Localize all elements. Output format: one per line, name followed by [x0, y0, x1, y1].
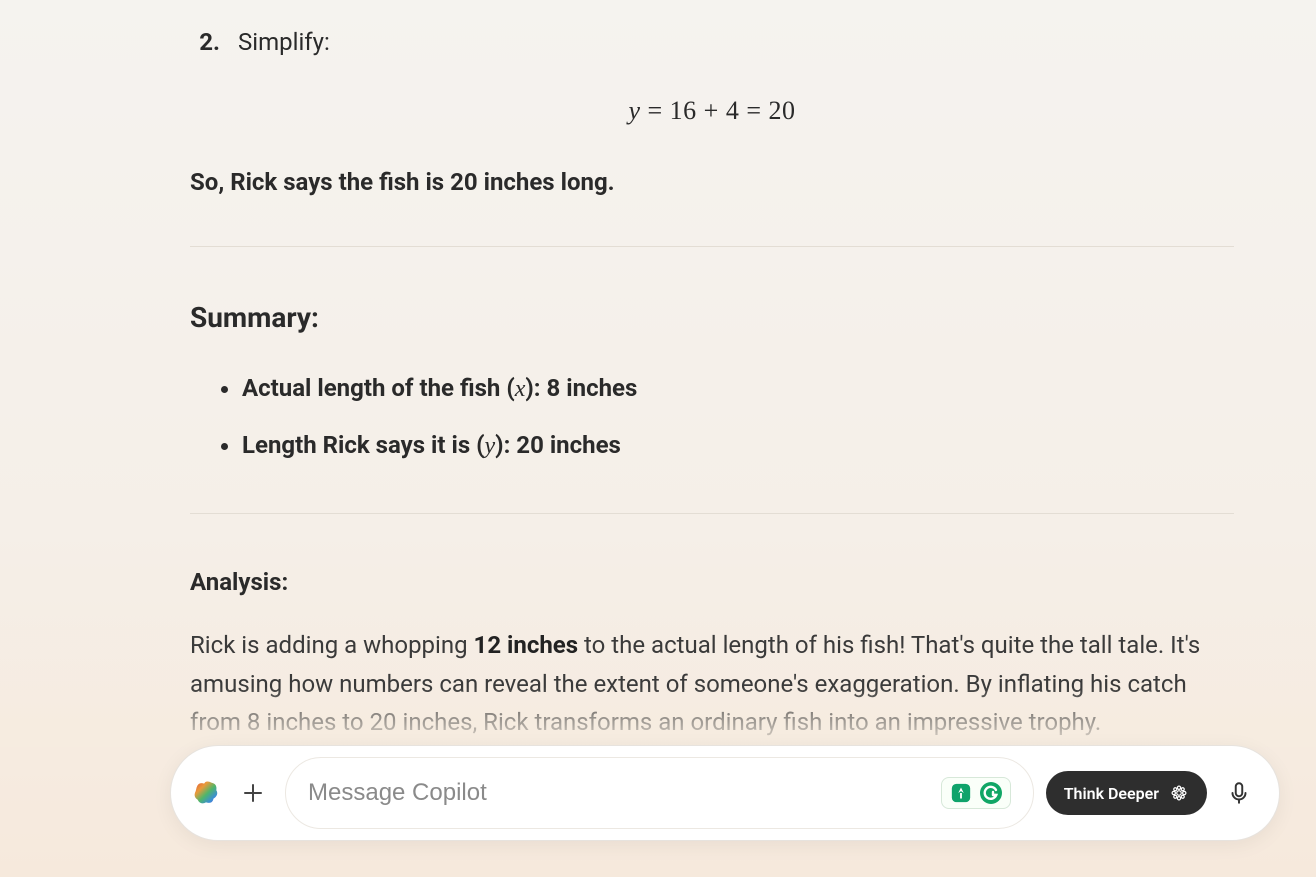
step-row: 2. Simplify: — [190, 28, 1234, 56]
analysis-pre: Rick is adding a whopping — [190, 631, 474, 659]
think-deeper-button[interactable]: Think Deeper — [1046, 771, 1207, 815]
equation-var: y — [628, 96, 640, 125]
copilot-logo-icon — [191, 778, 221, 808]
summary-heading: Summary: — [190, 301, 1234, 334]
analysis-paragraph: Rick is adding a whopping 12 inches to t… — [190, 626, 1210, 741]
message-field-wrap — [285, 757, 1034, 829]
add-button[interactable] — [233, 773, 273, 813]
equation-expr: = 16 + 4 = 20 — [641, 96, 796, 125]
message-input[interactable] — [308, 779, 941, 807]
think-deeper-label: Think Deeper — [1064, 784, 1159, 803]
list-item: Actual length of the fish (x): 8 inches — [242, 372, 1234, 407]
summary-item-suffix: ): 8 inches — [525, 374, 637, 402]
summary-item-suffix: ): 20 inches — [495, 431, 621, 459]
equation: y = 16 + 4 = 20 — [190, 96, 1234, 126]
list-item: Length Rick says it is (y): 20 inches — [242, 429, 1234, 464]
analysis-emph: 12 inches — [474, 631, 579, 659]
summary-item-prefix: Actual length of the fish ( — [242, 374, 515, 402]
summary-item-var: y — [485, 433, 496, 459]
divider — [190, 246, 1234, 247]
step-number: 2. — [190, 28, 220, 56]
microphone-button[interactable] — [1219, 773, 1259, 813]
summary-item-var: x — [515, 376, 526, 402]
input-bar: Think Deeper — [170, 745, 1280, 841]
analysis-heading: Analysis: — [190, 568, 1234, 596]
sparkle-icon — [1169, 783, 1189, 803]
grammarly-tone-icon[interactable] — [948, 780, 974, 806]
summary-list: Actual length of the fish (x): 8 inches … — [190, 372, 1234, 463]
summary-item-prefix: Length Rick says it is ( — [242, 431, 485, 459]
extension-badges — [941, 777, 1011, 809]
step-label: Simplify: — [238, 28, 330, 56]
message-content: 2. Simplify: y = 16 + 4 = 20 So, Rick sa… — [190, 0, 1234, 741]
grammarly-icon[interactable] — [978, 780, 1004, 806]
conclusion-text: So, Rick says the fish is 20 inches long… — [190, 168, 1234, 196]
divider — [190, 513, 1234, 514]
